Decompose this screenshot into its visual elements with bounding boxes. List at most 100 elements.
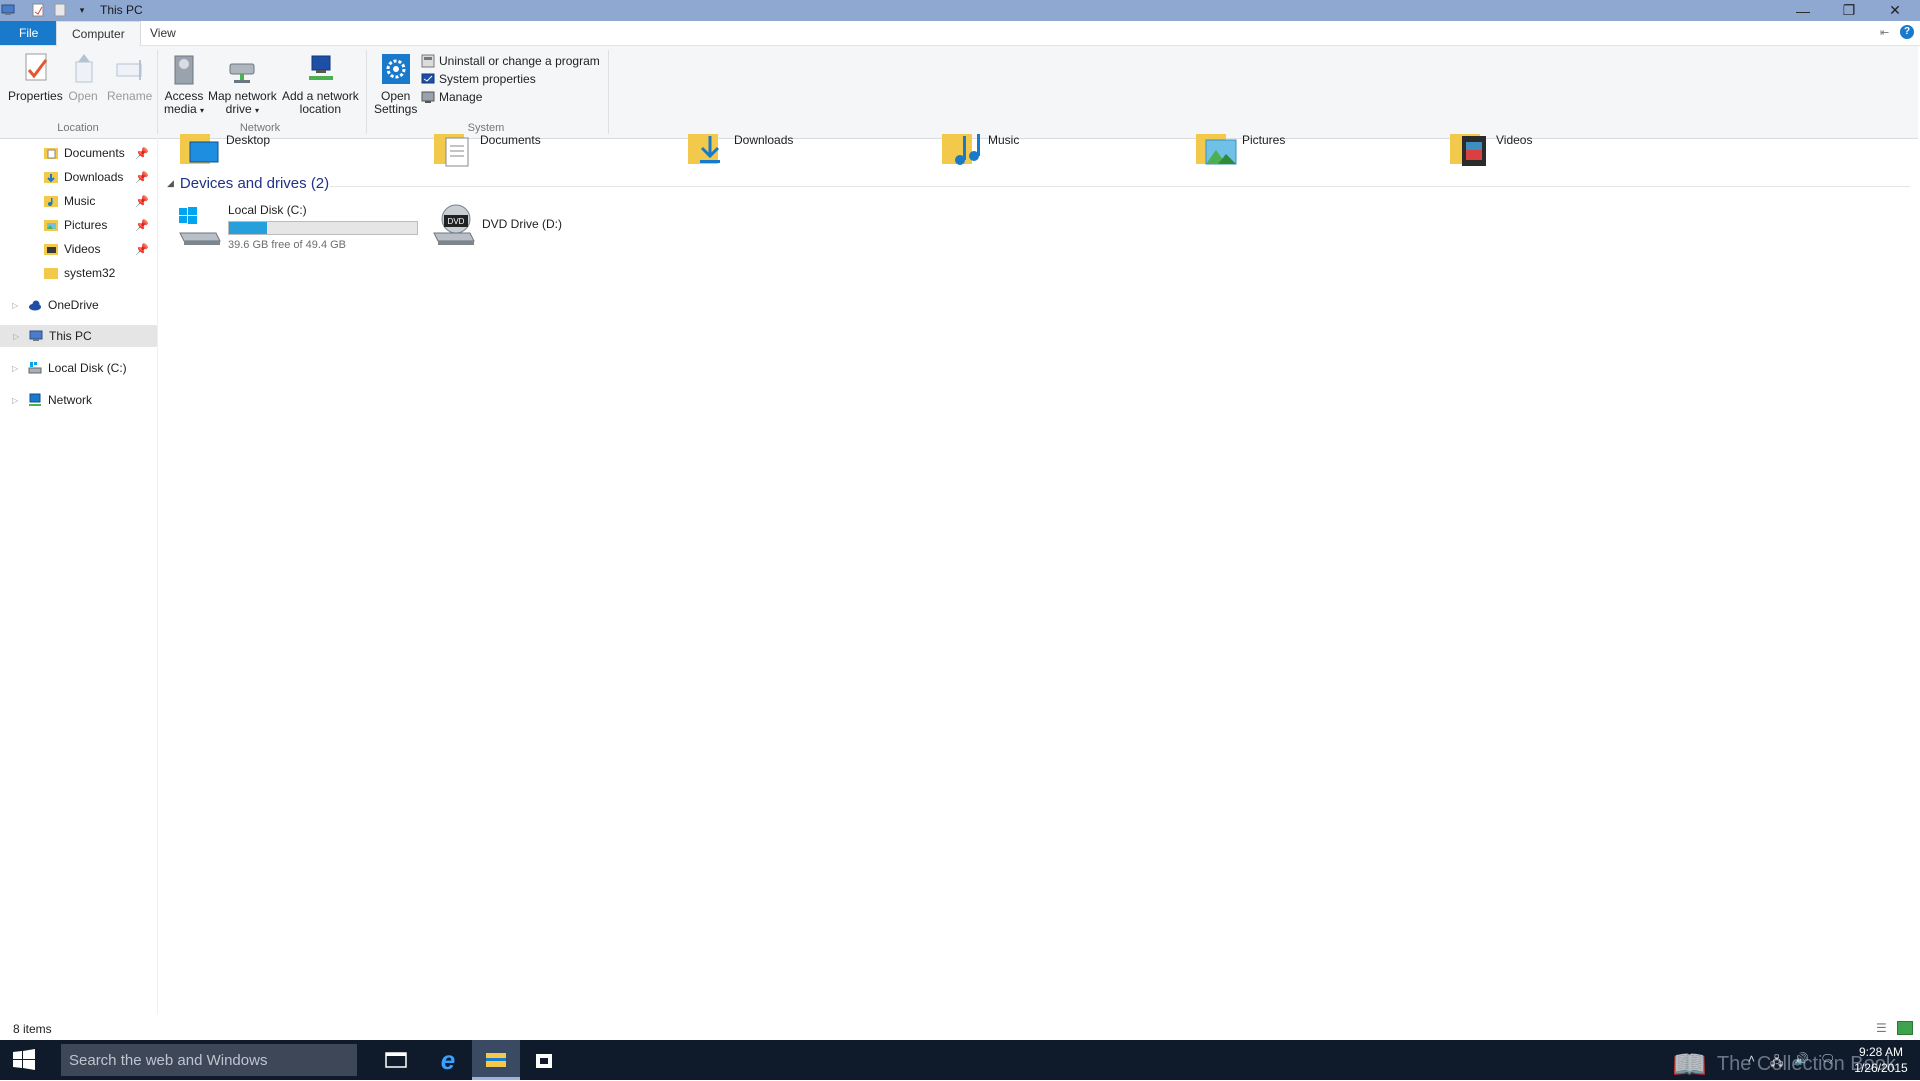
nav-item-label: Music [64,194,96,208]
folder-pictures[interactable]: Pictures [1194,133,1286,168]
nav-item-this-pc[interactable]: ▷ This PC [0,325,157,347]
book-icon: 📖 [1672,1049,1707,1080]
svg-text:DVD: DVD [448,217,465,226]
pin-icon[interactable]: 📌 [135,195,149,208]
folder-label: Downloads [734,133,794,147]
clock-date: 1/26/2015 [1854,1061,1908,1075]
minimize-ribbon-icon[interactable]: ⇤ [1880,26,1889,39]
restore-button[interactable]: ❐ [1826,0,1872,21]
uninstall-program-icon [421,54,435,68]
manage-button[interactable]: Manage [421,88,600,106]
close-button[interactable]: ✕ [1872,0,1918,21]
access-media-icon [174,55,194,85]
expand-chevron-icon[interactable]: ▷ [12,364,24,373]
group-separator [608,50,609,134]
show-hidden-icons-chevron-icon[interactable]: ˄ [1748,1052,1755,1066]
system-clock[interactable]: 9:28 AM 1/26/2015 [1846,1044,1916,1076]
open-settings-button[interactable]: Open Settings [374,50,417,116]
start-button[interactable] [0,1040,48,1080]
downloads-folder-icon [44,172,58,183]
pin-icon[interactable]: 📌 [135,147,149,160]
internet-explorer-button[interactable]: e [424,1040,472,1080]
nav-item-pictures[interactable]: Pictures 📌 [0,214,157,236]
access-media-button[interactable]: Access media ▾ [164,50,204,117]
drive-local-disk-c[interactable]: Local Disk (C:) 39.6 GB free of 49.4 GB [176,203,418,253]
large-icons-view-icon[interactable] [1897,1021,1913,1035]
expand-chevron-icon[interactable]: ▷ [13,332,25,341]
minimize-button[interactable]: — [1780,0,1826,21]
rename-button[interactable]: Rename [107,50,152,103]
devices-section-title: Devices and drives (2) [179,175,330,192]
properties-label: Properties [8,89,63,103]
videos-folder-icon [1450,134,1486,166]
settings-gear-icon [381,54,410,84]
map-network-drive-button[interactable]: Map network drive ▾ [208,50,277,117]
add-network-location-button[interactable]: Add a network location [282,50,359,116]
nav-item-music[interactable]: Music 📌 [0,190,157,212]
volume-tray-icon[interactable]: 🔊 [1794,1052,1809,1066]
videos-folder-icon [44,244,58,255]
nav-item-videos[interactable]: Videos 📌 [0,238,157,260]
folder-label: Pictures [1242,133,1286,147]
properties-icon [25,53,48,81]
file-explorer-button[interactable] [472,1040,520,1080]
search-input[interactable]: Search the web and Windows [61,1044,357,1076]
properties-button[interactable]: Properties [8,50,63,103]
action-center-icon[interactable]: 🗨 [1820,1052,1835,1066]
uninstall-program-button[interactable]: Uninstall or change a program [421,52,600,70]
store-button[interactable] [520,1040,568,1080]
task-view-button[interactable] [372,1040,420,1080]
nav-item-documents[interactable]: Documents 📌 [0,142,157,164]
navigation-pane: Documents 📌 Downloads 📌 Music 📌 Pictures… [0,138,158,1014]
this-pc-icon[interactable] [0,2,16,18]
folder-videos[interactable]: Videos [1448,133,1532,168]
nav-item-label: Local Disk (C:) [48,361,127,375]
devices-section-header[interactable]: ◢ Devices and drives (2) [167,175,329,192]
access-media-dropdown-icon: ▾ [200,106,205,115]
properties-quick-icon[interactable] [30,2,46,18]
tab-file[interactable]: File [0,21,58,45]
nav-item-system32[interactable]: system32 [0,262,157,284]
internet-explorer-icon: e [440,1044,456,1075]
status-bar: 8 items ☰ [0,1016,1920,1040]
nav-item-onedrive[interactable]: ▷ OneDrive [0,294,157,316]
store-icon [536,1054,552,1068]
expand-chevron-icon[interactable]: ▷ [12,301,24,310]
drive-dvd-d[interactable]: DVD DVD Drive (D:) [430,203,562,253]
pin-icon[interactable]: 📌 [135,219,149,232]
folder-downloads[interactable]: Downloads [686,133,794,168]
folder-label: Desktop [226,133,271,147]
folder-label: Documents [480,133,541,147]
system-properties-button[interactable]: System properties [421,70,600,88]
pin-icon[interactable]: 📌 [135,243,149,256]
folder-documents[interactable]: Documents [432,133,541,168]
item-count: 8 items [13,1022,52,1036]
pin-icon[interactable]: 📌 [135,171,149,184]
nav-item-local-disk[interactable]: ▷ Local Disk (C:) [0,357,157,379]
system-properties-label: System properties [439,72,536,86]
windows-logo-icon [13,1049,35,1070]
nav-item-label: Documents [64,146,125,160]
folder-music[interactable]: Music [940,133,1020,168]
clock-time: 9:28 AM [1858,1045,1904,1059]
network-tray-icon[interactable]: 🖧 [1770,1052,1783,1073]
documents-folder-icon [434,134,469,167]
manage-icon [421,91,435,103]
tab-computer[interactable]: Computer [56,21,141,46]
collapse-chevron-icon[interactable]: ◢ [167,178,174,189]
folder-desktop[interactable]: Desktop [178,133,271,168]
help-icon[interactable]: ? [1900,25,1914,39]
open-button[interactable]: Open [66,50,100,103]
open-icon [75,54,93,83]
pictures-folder-icon [1196,134,1237,165]
nav-item-label: Network [48,393,93,407]
new-folder-quick-icon[interactable] [52,2,68,18]
customize-quick-access-chevron-icon[interactable]: ▾ [74,2,90,18]
details-view-icon[interactable]: ☰ [1876,1021,1887,1035]
tab-view[interactable]: View [135,21,191,45]
nav-item-network[interactable]: ▷ Network [0,389,157,411]
expand-chevron-icon[interactable]: ▷ [12,396,24,405]
folder-label: Music [988,133,1020,147]
nav-item-downloads[interactable]: Downloads 📌 [0,166,157,188]
drive-name: DVD Drive (D:) [482,217,562,231]
